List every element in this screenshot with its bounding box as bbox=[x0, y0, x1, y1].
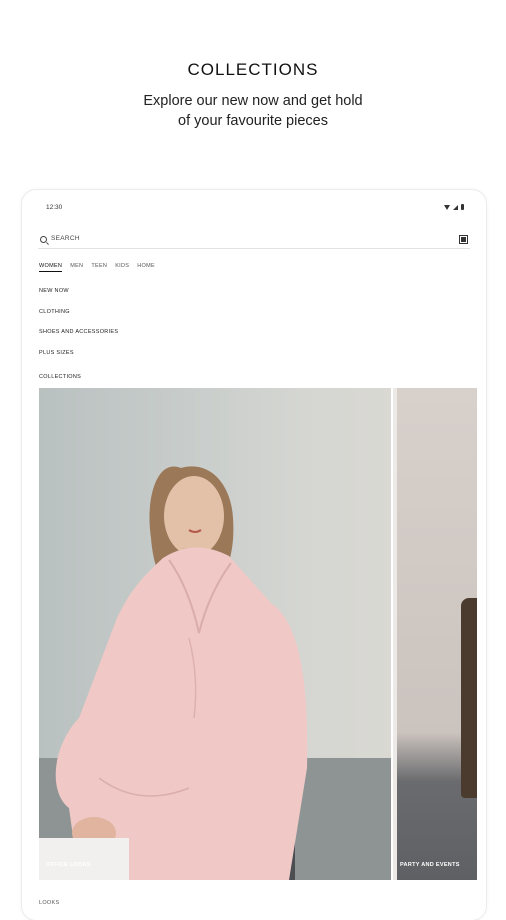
wifi-icon bbox=[444, 204, 450, 210]
search-icon bbox=[40, 236, 47, 243]
collection-card-label: PARTY AND EVENTS bbox=[400, 862, 460, 868]
promo-subtitle: Explore our new now and get hold of your… bbox=[0, 91, 506, 131]
app-screen: 12:30 SEARCH WOMEN MEN TEEN KIDS HOME NE… bbox=[30, 198, 478, 920]
status-time: 12:30 bbox=[46, 204, 63, 211]
promo-subtitle-line-2: of your favourite pieces bbox=[178, 113, 328, 129]
status-bar: 12:30 bbox=[46, 204, 464, 216]
search-input[interactable]: SEARCH bbox=[51, 235, 80, 242]
menu-item-clothing[interactable]: CLOTHING bbox=[39, 309, 70, 315]
looks-section-label: LOOKS bbox=[39, 900, 60, 906]
tablet-device-frame: 12:30 SEARCH WOMEN MEN TEEN KIDS HOME NE… bbox=[22, 190, 486, 920]
barcode-scan-icon[interactable] bbox=[459, 235, 468, 244]
tab-home[interactable]: HOME bbox=[137, 263, 155, 272]
status-icons bbox=[444, 204, 464, 210]
tab-kids[interactable]: KIDS bbox=[115, 263, 129, 272]
collection-card-label: OFFICE LOOKS bbox=[46, 862, 91, 868]
battery-icon bbox=[461, 204, 464, 210]
collection-card-office-looks[interactable]: OFFICE LOOKS bbox=[39, 388, 391, 880]
search-bar[interactable]: SEARCH bbox=[38, 234, 470, 249]
promo-title: COLLECTIONS bbox=[187, 60, 319, 79]
tab-men[interactable]: MEN bbox=[70, 263, 83, 272]
wall-edge bbox=[393, 388, 397, 880]
category-tabs: WOMEN MEN TEEN KIDS HOME bbox=[39, 263, 155, 272]
model-photo bbox=[39, 466, 391, 880]
promo-subtitle-line-1: Explore our new now and get hold bbox=[143, 93, 363, 109]
collections-section-label: COLLECTIONS bbox=[39, 374, 82, 380]
collection-card-party-events[interactable]: PARTY AND EVENTS bbox=[393, 388, 477, 880]
signal-icon bbox=[453, 204, 458, 210]
menu-item-plus-sizes[interactable]: PLUS SIZES bbox=[39, 350, 74, 356]
model-figure bbox=[461, 598, 477, 798]
menu-item-shoes-accessories[interactable]: SHOES AND ACCESSORIES bbox=[39, 329, 118, 335]
tab-women[interactable]: WOMEN bbox=[39, 263, 63, 272]
menu-item-new-now[interactable]: NEW NOW bbox=[39, 288, 69, 294]
tab-teen[interactable]: TEEN bbox=[91, 263, 107, 272]
